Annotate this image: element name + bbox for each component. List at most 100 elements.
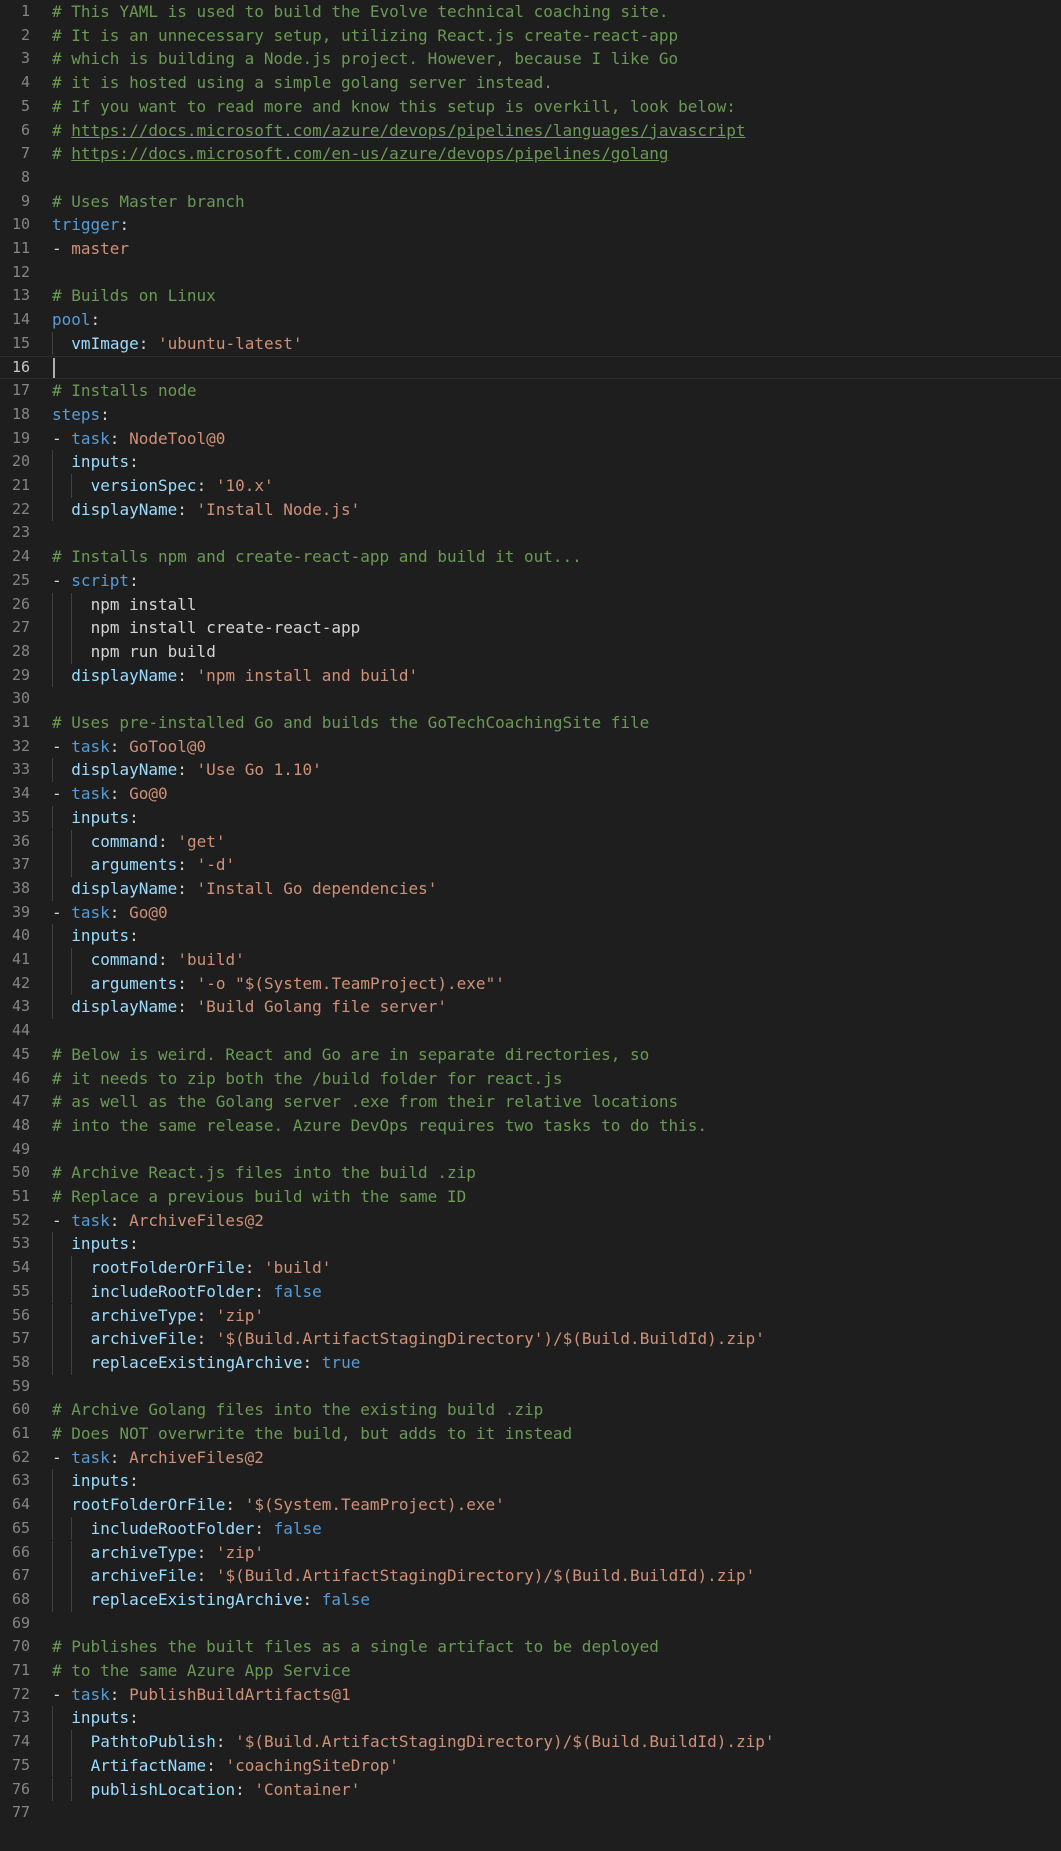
code-line[interactable]: 64 rootFolderOrFile: '$(System.TeamProjec… bbox=[0, 1493, 1061, 1517]
code-line[interactable]: 65 includeRootFolder: false bbox=[0, 1516, 1061, 1541]
code-line[interactable]: 74 PathtoPublish: '$(Build.ArtifactStagin… bbox=[0, 1730, 1061, 1754]
code-line[interactable]: 38 displayName: 'Install Go dependencies' bbox=[0, 876, 1061, 901]
code-line[interactable]: 48 # into the same release. Azure DevOps … bbox=[0, 1114, 1061, 1138]
code-line[interactable]: 60 # Archive Golang files into the existi… bbox=[0, 1398, 1061, 1422]
line-number: 20 bbox=[11, 452, 30, 471]
code-text: # Installs npm and create-react-app and … bbox=[52, 545, 582, 569]
code-line[interactable]: 59 bbox=[0, 1375, 1061, 1399]
code-line[interactable]: 9 # Uses Master branch bbox=[0, 190, 1061, 214]
code-line[interactable]: 4 # it is hosted using a simple golang se… bbox=[0, 71, 1061, 95]
code-line[interactable]: 77 bbox=[0, 1801, 1061, 1825]
yaml-colon: : bbox=[109, 1210, 120, 1230]
code-line[interactable]: 62 - task: ArchiveFiles@2 bbox=[0, 1446, 1061, 1470]
code-line[interactable]: 73 inputs: bbox=[0, 1706, 1061, 1731]
code-line[interactable]: 30 bbox=[0, 687, 1061, 711]
code-line[interactable]: 76 publishLocation: 'Container' bbox=[0, 1777, 1061, 1802]
code-line[interactable]: 56 archiveType: 'zip' bbox=[0, 1303, 1061, 1328]
code-line[interactable]: 35 inputs: bbox=[0, 805, 1061, 830]
code-line[interactable]: 16 bbox=[0, 356, 1061, 380]
code-line[interactable]: 39 - task: Go@0 bbox=[0, 901, 1061, 925]
indent-guide bbox=[52, 1753, 53, 1778]
code-line[interactable]: 8 bbox=[0, 166, 1061, 190]
yaml-colon: : bbox=[177, 855, 187, 875]
code-line[interactable]: 20 inputs: bbox=[0, 450, 1061, 474]
code-line[interactable]: 40 inputs: bbox=[0, 924, 1061, 948]
code-line[interactable]: 32 - task: GoTool@0 bbox=[0, 735, 1061, 759]
code-line[interactable]: 27 npm install create-react-app bbox=[0, 616, 1061, 640]
code-line[interactable]: 66 archiveType: 'zip' bbox=[0, 1540, 1061, 1565]
code-line[interactable]: 17 # Installs node bbox=[0, 379, 1061, 403]
yaml-key: task bbox=[71, 736, 110, 756]
code-line[interactable]: 33 displayName: 'Use Go 1.10' bbox=[0, 758, 1061, 783]
code-line[interactable]: 24 # Installs npm and create-react-app an… bbox=[0, 545, 1061, 569]
code-line[interactable]: 31 # Uses pre-installed Go and builds the… bbox=[0, 711, 1061, 735]
code-line[interactable]: 41 command: 'build' bbox=[0, 948, 1061, 972]
code-line[interactable]: 37 arguments: '-d' bbox=[0, 853, 1061, 877]
code-line[interactable]: 42 arguments: '-o "$(System.TeamProject).… bbox=[0, 971, 1061, 996]
yaml-property: archiveFile bbox=[90, 1566, 197, 1586]
code-line[interactable]: 18 steps: bbox=[0, 403, 1061, 427]
code-line[interactable]: 49 bbox=[0, 1138, 1061, 1162]
yaml-value: ArchiveFiles@2 bbox=[129, 1210, 264, 1230]
code-line[interactable]: 57 archiveFile: '$(Build.ArtifactStagingD… bbox=[0, 1327, 1061, 1351]
indent-guide bbox=[71, 1730, 73, 1754]
code-line[interactable]: 5 # If you want to read more and know thi… bbox=[0, 95, 1061, 119]
code-line[interactable]: 69 bbox=[0, 1612, 1061, 1636]
code-line[interactable]: 68 replaceExistingArchive: false bbox=[0, 1587, 1061, 1612]
code-line[interactable]: 72 - task: PublishBuildArtifacts@1 bbox=[0, 1683, 1061, 1707]
code-text: command: 'build' bbox=[91, 948, 245, 972]
code-text: archiveType: 'zip' bbox=[91, 1304, 264, 1328]
yaml-key: steps bbox=[52, 404, 101, 424]
line-number: 13 bbox=[11, 286, 30, 305]
code-line[interactable]: 2 # It is an unnecessary setup, utilizing… bbox=[0, 24, 1061, 48]
code-line[interactable]: 45 # Below is weird. React and Go are in … bbox=[0, 1043, 1061, 1067]
code-line[interactable]: 11 - master bbox=[0, 237, 1061, 261]
code-line[interactable]: 67 archiveFile: '$(Build.ArtifactStagingD… bbox=[0, 1564, 1061, 1588]
code-line[interactable]: 26 npm install bbox=[0, 592, 1061, 617]
indent-guide bbox=[71, 639, 73, 664]
code-text: # Does NOT overwrite the build, but adds… bbox=[52, 1422, 572, 1446]
line-number: 47 bbox=[11, 1092, 30, 1111]
code-line[interactable]: 29 displayName: 'npm install and build' bbox=[0, 663, 1061, 688]
yaml-comment: # Replace a previous build with the same… bbox=[52, 1187, 467, 1206]
code-line[interactable]: 19 - task: NodeTool@0 bbox=[0, 427, 1061, 451]
code-line[interactable]: 28 npm run build bbox=[0, 639, 1061, 664]
code-line[interactable]: 71 # to the same Azure App Service bbox=[0, 1659, 1061, 1683]
code-line[interactable]: 14 pool: bbox=[0, 308, 1061, 332]
code-line[interactable]: 53 inputs: bbox=[0, 1232, 1061, 1257]
code-line[interactable]: 36 command: 'get' bbox=[0, 829, 1061, 854]
code-line[interactable]: 54 rootFolderOrFile: 'build' bbox=[0, 1256, 1061, 1280]
code-line[interactable]: 22 displayName: 'Install Node.js' bbox=[0, 497, 1061, 522]
code-line[interactable]: 70 # Publishes the built files as a singl… bbox=[0, 1635, 1061, 1659]
line-number: 45 bbox=[11, 1044, 30, 1063]
code-line[interactable]: 63 inputs: bbox=[0, 1469, 1061, 1494]
code-line[interactable]: 47 # as well as the Golang server .exe fr… bbox=[0, 1090, 1061, 1114]
code-line[interactable]: 55 includeRootFolder: false bbox=[0, 1279, 1061, 1304]
yaml-colon: : bbox=[109, 1684, 120, 1704]
code-line[interactable]: 21 versionSpec: '10.x' bbox=[0, 474, 1061, 498]
code-line[interactable]: 34 - task: Go@0 bbox=[0, 782, 1061, 806]
code-line[interactable]: 51 # Replace a previous build with the sa… bbox=[0, 1185, 1061, 1209]
code-line[interactable]: 50 # Archive React.js files into the buil… bbox=[0, 1161, 1061, 1185]
line-number: 5 bbox=[20, 96, 30, 115]
code-line[interactable]: 46 # it needs to zip both the /build fold… bbox=[0, 1067, 1061, 1091]
code-line[interactable]: 10 trigger: bbox=[0, 213, 1061, 237]
code-line[interactable]: 6 # https://docs.microsoft.com/azure/devo… bbox=[0, 119, 1061, 143]
code-line[interactable]: 12 bbox=[0, 261, 1061, 285]
code-line[interactable]: 58 replaceExistingArchive: true bbox=[0, 1350, 1061, 1375]
code-line[interactable]: 75 ArtifactName: 'coachingSiteDrop' bbox=[0, 1753, 1061, 1778]
code-line[interactable]: 43 displayName: 'Build Golang file server… bbox=[0, 995, 1061, 1020]
code-line[interactable]: 52 - task: ArchiveFiles@2 bbox=[0, 1209, 1061, 1233]
code-line[interactable]: 1 # This YAML is used to build the Evolve… bbox=[0, 0, 1061, 24]
code-line[interactable]: 25 - script: bbox=[0, 569, 1061, 593]
indent-guide bbox=[52, 474, 53, 498]
code-line[interactable]: 13 # Builds on Linux bbox=[0, 284, 1061, 308]
code-line[interactable]: 7 # https://docs.microsoft.com/en-us/azur… bbox=[0, 142, 1061, 166]
code-line[interactable]: 3 # which is building a Node.js project. … bbox=[0, 47, 1061, 71]
code-line[interactable]: 23 bbox=[0, 521, 1061, 545]
code-line[interactable]: 15 vmImage: 'ubuntu-latest' bbox=[0, 331, 1061, 356]
code-line[interactable]: 44 bbox=[0, 1019, 1061, 1043]
code-editor[interactable]: 1 # This YAML is used to build the Evolve… bbox=[0, 0, 1061, 1851]
code-line[interactable]: 61 # Does NOT overwrite the build, but ad… bbox=[0, 1422, 1061, 1446]
yaml-property: inputs bbox=[71, 926, 130, 946]
